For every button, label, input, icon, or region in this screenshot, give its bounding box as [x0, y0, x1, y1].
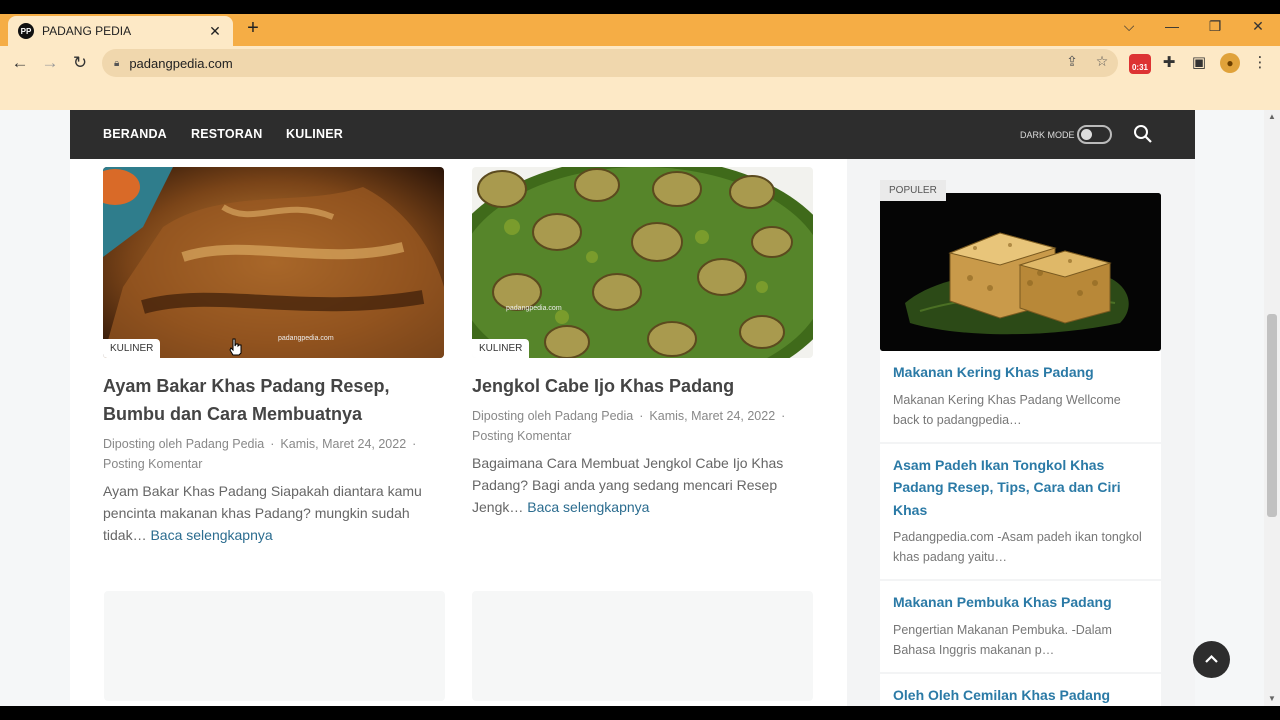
search-icon[interactable]: [1133, 124, 1153, 144]
list-item: Makanan Pembuka Khas Padang Pengertian M…: [880, 581, 1161, 674]
forward-arrow-icon[interactable]: →: [39, 52, 61, 74]
post-date: Kamis, Maret 24, 2022: [649, 409, 776, 423]
post-card: padangpedia.com KULINER Jengkol Cabe Ijo…: [472, 167, 813, 518]
popular-post-title[interactable]: Oleh Oleh Cemilan Khas Padang Terbaik da…: [893, 684, 1148, 707]
post-card-placeholder: [472, 591, 813, 701]
read-more-link[interactable]: Baca selengkapnya: [527, 499, 649, 515]
popular-post-excerpt: Padangpedia.com -Asam padeh ikan tongkol…: [893, 530, 1142, 564]
category-badge[interactable]: KULINER: [472, 339, 530, 358]
side-panel-icon[interactable]: ▣: [1189, 53, 1209, 73]
image-watermark: padangpedia.com: [278, 335, 334, 342]
profile-avatar[interactable]: ●: [1220, 53, 1240, 73]
share-icon[interactable]: ⇪: [1062, 53, 1082, 70]
list-item: Asam Padeh Ikan Tongkol Khas Padang Rese…: [880, 443, 1161, 581]
popular-post-title[interactable]: Makanan Kering Khas Padang: [893, 361, 1148, 384]
scrollbar-thumb[interactable]: [1267, 314, 1277, 517]
dark-mode-toggle[interactable]: [1077, 125, 1112, 144]
popular-post-excerpt: Makanan Kering Khas Padang Wellcome back…: [893, 392, 1121, 427]
screen-bottom-edge: [0, 706, 1280, 720]
image-watermark: padangpedia.com: [506, 305, 562, 312]
address-bar[interactable]: 🔒︎ padangpedia.com ⇪ ☆: [102, 49, 1118, 77]
extension-recorder-icon[interactable]: 0:31: [1129, 54, 1151, 74]
restore-button[interactable]: ❐: [1200, 18, 1230, 35]
url-text[interactable]: padangpedia.com: [129, 56, 232, 71]
post-card-placeholder: [104, 591, 445, 701]
ayam-bakar-image: padangpedia.com: [103, 167, 444, 358]
jengkol-image: padangpedia.com: [472, 167, 813, 358]
popular-post-title[interactable]: Asam Padeh Ikan Tongkol Khas Padang Rese…: [893, 454, 1148, 522]
list-item: Makanan Kering Khas Padang Makanan Kerin…: [880, 351, 1161, 444]
nav-link-beranda[interactable]: BERANDA: [103, 127, 167, 141]
scroll-to-top-button[interactable]: [1193, 641, 1230, 678]
post-comment-link[interactable]: Posting Komentar: [103, 457, 202, 471]
tab-close-icon[interactable]: ✕: [207, 23, 223, 40]
post-meta: Diposting oleh Padang Pedia · Kamis, Maret…: [472, 409, 786, 443]
browser-tab[interactable]: PP PADANG PEDIA ✕: [8, 16, 233, 46]
post-thumbnail-jengkol[interactable]: padangpedia.com KULINER: [472, 167, 813, 358]
post-comment-link[interactable]: Posting Komentar: [472, 429, 571, 443]
popular-post-title[interactable]: Makanan Pembuka Khas Padang: [893, 591, 1148, 614]
browser-window: PP PADANG PEDIA ✕ + ⌵ — ❐ ✕ ← → ↻ 🔒︎ pad…: [0, 0, 1280, 720]
post-title[interactable]: Jengkol Cabe Ijo Khas Padang: [472, 372, 813, 400]
popular-label: POPULER: [880, 180, 946, 201]
post-title[interactable]: Ayam Bakar Khas Padang Resep, Bumbu dan …: [103, 372, 444, 428]
nav-link-kuliner[interactable]: KULINER: [286, 127, 343, 141]
makanan-kering-image: [880, 193, 1161, 351]
post-excerpt: Bagaimana Cara Membuat Jengkol Cabe Ijo …: [472, 452, 813, 518]
site-favicon-icon: PP: [18, 23, 34, 39]
read-more-link[interactable]: Baca selengkapnya: [150, 527, 272, 543]
screen-top-edge: [0, 0, 1280, 14]
post-date: Kamis, Maret 24, 2022: [280, 437, 407, 451]
post-author: Diposting oleh Padang Pedia: [103, 437, 265, 451]
hand-cursor-icon: [229, 338, 242, 356]
menu-kebab-icon[interactable]: ⋮: [1250, 53, 1270, 73]
page-viewport: BERANDA RESTORAN KULINER DARK MODE padan…: [0, 110, 1264, 706]
browser-toolbar: ← → ↻ 🔒︎ padangpedia.com ⇪ ☆ 0:31 ✚ ▣ ● …: [0, 46, 1280, 80]
site-navbar: BERANDA RESTORAN KULINER DARK MODE: [70, 110, 1195, 159]
lock-icon[interactable]: 🔒︎: [114, 58, 119, 69]
bookmark-star-icon[interactable]: ☆: [1092, 53, 1112, 70]
nav-link-restoran[interactable]: RESTORAN: [191, 127, 263, 141]
close-window-button[interactable]: ✕: [1243, 18, 1273, 35]
list-item: Oleh Oleh Cemilan Khas Padang Terbaik da…: [880, 673, 1161, 707]
tab-title: PADANG PEDIA: [42, 24, 132, 38]
chevron-up-icon: [1205, 654, 1218, 663]
post-thumbnail-ayam-bakar[interactable]: padangpedia.com KULINER: [103, 167, 444, 358]
reload-icon[interactable]: ↻: [69, 52, 91, 74]
post-author: Diposting oleh Padang Pedia: [472, 409, 634, 423]
new-tab-button[interactable]: +: [243, 18, 263, 38]
scroll-up-arrow-icon[interactable]: ▲: [1264, 110, 1280, 124]
extensions-puzzle-icon[interactable]: ✚: [1159, 53, 1179, 73]
category-badge[interactable]: KULINER: [103, 339, 161, 358]
popular-thumbnail[interactable]: [880, 193, 1161, 351]
tab-search-chevron-icon[interactable]: ⌵: [1114, 18, 1144, 35]
minimize-button[interactable]: —: [1157, 18, 1187, 34]
post-meta: Diposting oleh Padang Pedia · Kamis, Maret…: [103, 437, 417, 471]
extension-badge-text: 0:31: [1131, 63, 1148, 72]
scroll-down-arrow-icon[interactable]: ▼: [1264, 692, 1280, 706]
popular-list: Makanan Kering Khas Padang Makanan Kerin…: [880, 351, 1161, 706]
popular-post-excerpt: Pengertian Makanan Pembuka. -Dalam Bahas…: [893, 622, 1112, 657]
post-excerpt: Ayam Bakar Khas Padang Siapakah diantara…: [103, 480, 444, 546]
toolbar-extension-area: [0, 80, 1280, 110]
vertical-scrollbar[interactable]: ▲ ▼: [1264, 110, 1280, 706]
toggle-knob: [1081, 129, 1092, 140]
back-arrow-icon[interactable]: ←: [9, 52, 31, 74]
post-card: padangpedia.com KULINER Ayam Bakar Khas …: [103, 167, 444, 546]
tab-strip: PP PADANG PEDIA ✕ + ⌵ — ❐ ✕: [0, 14, 1280, 46]
dark-mode-label: DARK MODE: [1020, 130, 1075, 140]
